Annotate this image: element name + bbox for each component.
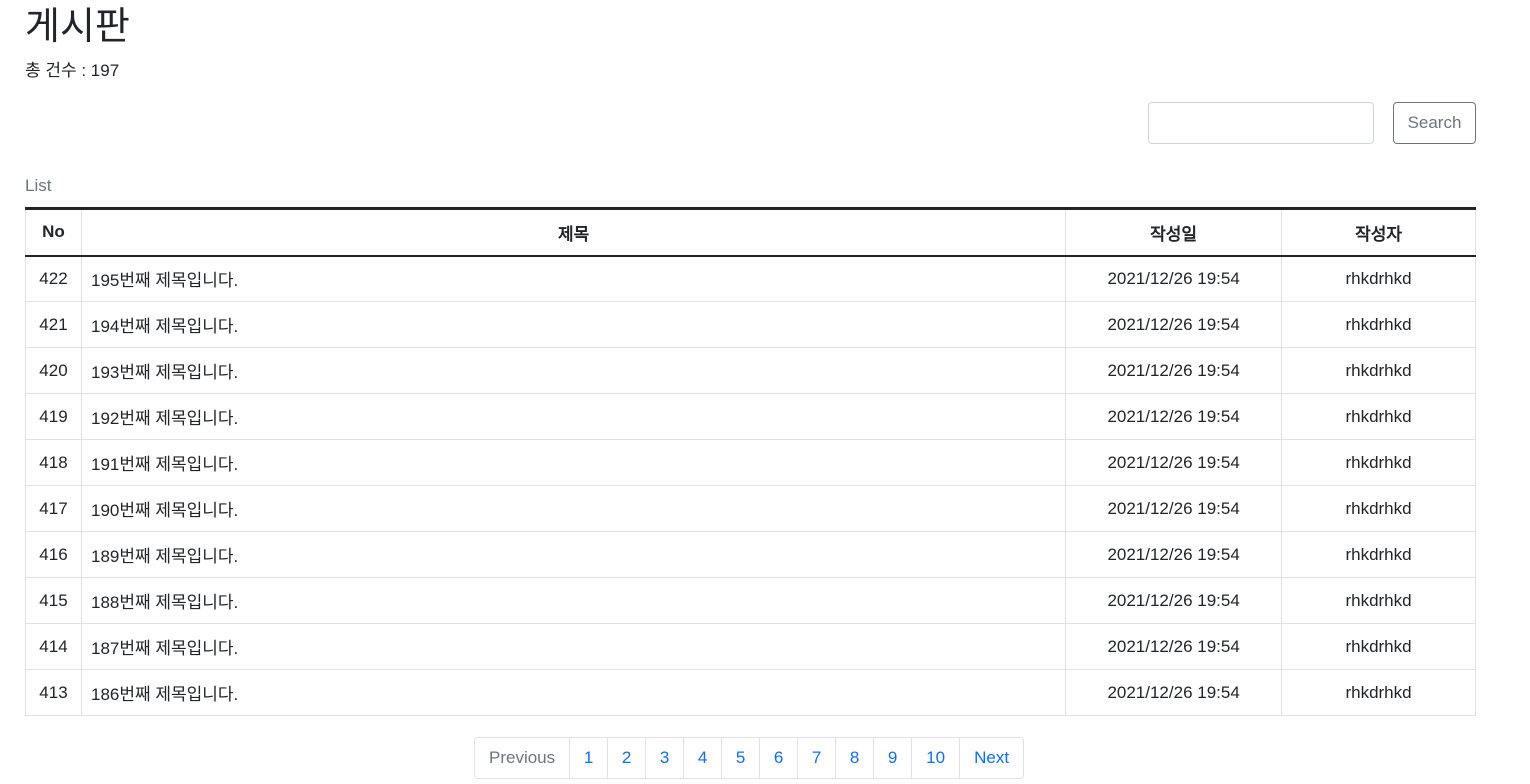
cell-no: 420 (25, 347, 82, 394)
cell-no: 415 (25, 577, 82, 624)
table-row[interactable]: 422 195번째 제목입니다. 2021/12/26 19:54 rhkdrh… (25, 255, 1476, 302)
cell-date: 2021/12/26 19:54 (1065, 485, 1283, 532)
cell-date: 2021/12/26 19:54 (1065, 393, 1283, 440)
cell-no: 418 (25, 439, 82, 486)
page-button-1[interactable]: 1 (569, 738, 607, 778)
cell-title[interactable]: 190번째 제목입니다. (80, 485, 1067, 532)
page-button-10[interactable]: 10 (911, 738, 959, 778)
cell-title[interactable]: 188번째 제목입니다. (80, 577, 1067, 624)
cell-writer: rhkdrhkd (1281, 393, 1476, 440)
cell-writer: rhkdrhkd (1281, 577, 1476, 624)
cell-writer: rhkdrhkd (1281, 255, 1476, 302)
cell-writer: rhkdrhkd (1281, 485, 1476, 532)
table-header-row: No 제목 작성일 작성자 (25, 207, 1476, 257)
cell-no: 422 (25, 255, 82, 302)
table-row[interactable]: 417 190번째 제목입니다. 2021/12/26 19:54 rhkdrh… (25, 485, 1476, 532)
table-row[interactable]: 419 192번째 제목입니다. 2021/12/26 19:54 rhkdrh… (25, 393, 1476, 440)
cell-date: 2021/12/26 19:54 (1065, 255, 1283, 302)
cell-date: 2021/12/26 19:54 (1065, 623, 1283, 670)
cell-writer: rhkdrhkd (1281, 669, 1476, 716)
cell-writer: rhkdrhkd (1281, 301, 1476, 348)
page-button-7[interactable]: 7 (797, 738, 835, 778)
column-header-no: No (25, 207, 82, 257)
search-button[interactable]: Search (1393, 102, 1476, 144)
pagination: Previous 1 2 3 4 5 6 7 8 9 10 Next (474, 737, 1025, 779)
table-row[interactable]: 421 194번째 제목입니다. 2021/12/26 19:54 rhkdrh… (25, 301, 1476, 348)
search-input[interactable] (1148, 102, 1374, 144)
cell-writer: rhkdrhkd (1281, 439, 1476, 486)
cell-no: 421 (25, 301, 82, 348)
cell-title[interactable]: 192번째 제목입니다. (80, 393, 1067, 440)
cell-title[interactable]: 191번째 제목입니다. (80, 439, 1067, 486)
table-row[interactable]: 414 187번째 제목입니다. 2021/12/26 19:54 rhkdrh… (25, 623, 1476, 670)
cell-writer: rhkdrhkd (1281, 531, 1476, 578)
column-header-title: 제목 (80, 207, 1067, 257)
cell-title[interactable]: 193번째 제목입니다. (80, 347, 1067, 394)
cell-title[interactable]: 187번째 제목입니다. (80, 623, 1067, 670)
page-button-2[interactable]: 2 (607, 738, 645, 778)
page-button-6[interactable]: 6 (759, 738, 797, 778)
page-button-4[interactable]: 4 (683, 738, 721, 778)
cell-title[interactable]: 195번째 제목입니다. (80, 255, 1067, 302)
cell-title[interactable]: 186번째 제목입니다. (80, 669, 1067, 716)
total-count: 총 건수 : 197 (25, 61, 120, 80)
cell-writer: rhkdrhkd (1281, 623, 1476, 670)
table-row[interactable]: 416 189번째 제목입니다. 2021/12/26 19:54 rhkdrh… (25, 531, 1476, 578)
cell-title[interactable]: 194번째 제목입니다. (80, 301, 1067, 348)
cell-no: 413 (25, 669, 82, 716)
previous-page-button[interactable]: Previous (475, 738, 569, 778)
next-page-button[interactable]: Next (959, 738, 1023, 778)
cell-date: 2021/12/26 19:54 (1065, 577, 1283, 624)
cell-date: 2021/12/26 19:54 (1065, 669, 1283, 716)
page-button-3[interactable]: 3 (645, 738, 683, 778)
cell-date: 2021/12/26 19:54 (1065, 347, 1283, 394)
table-row[interactable]: 415 188번째 제목입니다. 2021/12/26 19:54 rhkdrh… (25, 577, 1476, 624)
cell-writer: rhkdrhkd (1281, 347, 1476, 394)
page-button-5[interactable]: 5 (721, 738, 759, 778)
cell-no: 414 (25, 623, 82, 670)
cell-no: 417 (25, 485, 82, 532)
table-row[interactable]: 420 193번째 제목입니다. 2021/12/26 19:54 rhkdrh… (25, 347, 1476, 394)
table-row[interactable]: 413 186번째 제목입니다. 2021/12/26 19:54 rhkdrh… (25, 669, 1476, 716)
cell-date: 2021/12/26 19:54 (1065, 301, 1283, 348)
column-header-writer: 작성자 (1281, 207, 1476, 257)
board-table: No 제목 작성일 작성자 422 195번째 제목입니다. 2021/12/2… (25, 207, 1476, 716)
cell-date: 2021/12/26 19:54 (1065, 439, 1283, 486)
column-header-date: 작성일 (1065, 207, 1283, 257)
list-caption: List (25, 176, 52, 195)
cell-date: 2021/12/26 19:54 (1065, 531, 1283, 578)
cell-no: 416 (25, 531, 82, 578)
cell-no: 419 (25, 393, 82, 440)
page-button-8[interactable]: 8 (835, 738, 873, 778)
page-button-9[interactable]: 9 (873, 738, 911, 778)
cell-title[interactable]: 189번째 제목입니다. (80, 531, 1067, 578)
table-row[interactable]: 418 191번째 제목입니다. 2021/12/26 19:54 rhkdrh… (25, 439, 1476, 486)
page-title: 게시판 (25, 6, 130, 48)
